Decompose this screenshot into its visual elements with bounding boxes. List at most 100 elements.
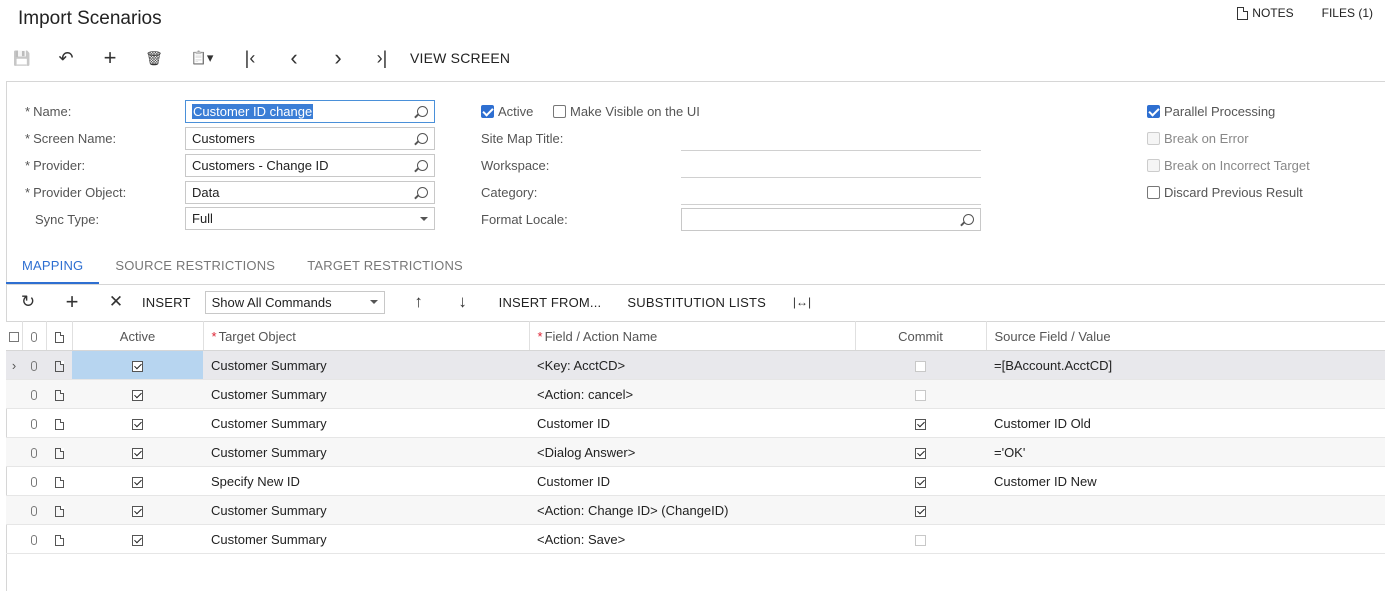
cell-field-action[interactable]: <Key: AcctCD>: [529, 350, 855, 380]
tab-source-restrictions[interactable]: SOURCE RESTRICTIONS: [99, 250, 291, 284]
commit-checkbox[interactable]: [915, 447, 926, 459]
table-row[interactable]: Customer Summary <Action: cancel>: [6, 379, 1385, 409]
commands-select[interactable]: Show All Commands: [204, 290, 385, 314]
cell-field-action[interactable]: Customer ID: [529, 408, 855, 438]
notes-button[interactable]: NOTES: [1237, 6, 1294, 20]
tab-mapping[interactable]: MAPPING: [6, 250, 100, 284]
name-field[interactable]: Customer ID change: [185, 100, 435, 123]
row-attachment[interactable]: [22, 524, 46, 554]
table-row[interactable]: Customer Summary <Action: Change ID> (Cha…: [6, 495, 1385, 525]
add-icon[interactable]: +: [88, 44, 132, 72]
commit-checkbox[interactable]: [915, 418, 926, 430]
next-record-icon[interactable]: ›: [316, 44, 360, 72]
row-note[interactable]: [46, 350, 72, 380]
row-selector[interactable]: [6, 379, 22, 409]
row-attachment[interactable]: [22, 495, 46, 525]
discard-previous-result-row[interactable]: Discard Previous Result: [1147, 185, 1303, 200]
table-row[interactable]: › Customer Summary <Key: AcctCD> =[BAccount…: [6, 350, 1385, 380]
cell-commit[interactable]: [855, 495, 986, 525]
row-note[interactable]: [46, 466, 72, 496]
row-note[interactable]: [46, 495, 72, 525]
row-attachment[interactable]: [22, 437, 46, 467]
row-selector[interactable]: [6, 524, 22, 554]
refresh-icon[interactable]: ↻: [6, 288, 50, 316]
sync-type-select[interactable]: Full: [185, 207, 435, 230]
screen-name-field[interactable]: Customers: [185, 127, 435, 150]
cell-target-object[interactable]: Customer Summary: [203, 408, 529, 438]
cell-active[interactable]: [72, 437, 203, 467]
tab-target-restrictions[interactable]: TARGET RESTRICTIONS: [291, 250, 479, 284]
commit-checkbox[interactable]: [915, 360, 926, 372]
search-icon[interactable]: [417, 106, 428, 117]
cell-target-object[interactable]: Customer Summary: [203, 524, 529, 554]
cell-active[interactable]: [72, 495, 203, 525]
commit-checkbox[interactable]: [915, 534, 926, 546]
discard-previous-result-checkbox[interactable]: [1147, 186, 1160, 199]
search-icon[interactable]: [417, 187, 428, 198]
last-record-icon[interactable]: ›|: [360, 44, 404, 72]
cell-target-object[interactable]: Customer Summary: [203, 437, 529, 467]
add-row-icon[interactable]: +: [50, 288, 94, 316]
col-target-object[interactable]: * Target Object: [203, 321, 530, 351]
cell-source-field[interactable]: Customer ID New: [986, 466, 1385, 496]
cell-commit[interactable]: [855, 437, 986, 467]
delete-icon[interactable]: 🗑: [132, 44, 176, 72]
search-icon[interactable]: [417, 133, 428, 144]
parallel-processing-row[interactable]: Parallel Processing: [1147, 104, 1275, 119]
previous-record-icon[interactable]: ‹: [272, 44, 316, 72]
move-up-icon[interactable]: ↑: [397, 288, 441, 316]
cell-target-object[interactable]: Customer Summary: [203, 495, 529, 525]
row-selector[interactable]: [6, 466, 22, 496]
cell-commit[interactable]: [855, 466, 986, 496]
provider-object-field[interactable]: Data: [185, 181, 435, 204]
row-selector[interactable]: [6, 408, 22, 438]
view-screen-button[interactable]: VIEW SCREEN: [410, 50, 510, 66]
commit-checkbox[interactable]: [915, 389, 926, 401]
cell-field-action[interactable]: <Action: Save>: [529, 524, 855, 554]
settings-icon[interactable]: [8, 332, 19, 343]
table-row[interactable]: Customer Summary Customer ID Customer ID O…: [6, 408, 1385, 438]
row-attachment[interactable]: [22, 466, 46, 496]
cell-active[interactable]: [72, 524, 203, 554]
cell-commit[interactable]: [855, 350, 986, 380]
files-button[interactable]: FILES (1): [1322, 6, 1373, 20]
row-attachment[interactable]: [22, 408, 46, 438]
substitution-lists-button[interactable]: SUBSTITUTION LISTS: [627, 295, 766, 310]
cell-source-field[interactable]: ='OK': [986, 437, 1385, 467]
remove-row-icon[interactable]: ✕: [94, 288, 138, 316]
undo-icon[interactable]: ↶: [44, 44, 88, 72]
cell-source-field[interactable]: [986, 524, 1385, 554]
cell-commit[interactable]: [855, 408, 986, 438]
row-selector[interactable]: [6, 437, 22, 467]
row-note[interactable]: [46, 408, 72, 438]
cell-target-object[interactable]: Specify New ID: [203, 466, 529, 496]
format-locale-field[interactable]: [681, 208, 981, 231]
row-attachment[interactable]: [22, 350, 46, 380]
row-selector[interactable]: [6, 495, 22, 525]
active-checkbox[interactable]: [132, 476, 143, 488]
make-visible-checkbox-row[interactable]: Make Visible on the UI: [553, 104, 700, 119]
move-down-icon[interactable]: ↓: [441, 288, 485, 316]
insert-button[interactable]: INSERT: [142, 295, 191, 310]
cell-field-action[interactable]: <Action: cancel>: [529, 379, 855, 409]
commit-checkbox[interactable]: [915, 505, 926, 517]
clipboard-icon[interactable]: 📋▾: [176, 44, 228, 72]
first-record-icon[interactable]: |‹: [228, 44, 272, 72]
active-checkbox[interactable]: [132, 534, 143, 546]
active-checkbox[interactable]: [132, 505, 143, 517]
parallel-processing-checkbox[interactable]: [1147, 105, 1160, 118]
row-note[interactable]: [46, 379, 72, 409]
active-checkbox-row[interactable]: Active: [481, 104, 533, 119]
cell-source-field[interactable]: Customer ID Old: [986, 408, 1385, 438]
table-row[interactable]: Customer Summary <Action: Save>: [6, 524, 1385, 554]
cell-source-field[interactable]: [986, 495, 1385, 525]
cell-commit[interactable]: [855, 524, 986, 554]
search-icon[interactable]: [417, 160, 428, 171]
cell-target-object[interactable]: Customer Summary: [203, 350, 529, 380]
fit-columns-icon[interactable]: |↔|: [780, 288, 824, 316]
cell-field-action[interactable]: <Action: Change ID> (ChangeID): [529, 495, 855, 525]
cell-target-object[interactable]: Customer Summary: [203, 379, 529, 409]
cell-field-action[interactable]: Customer ID: [529, 466, 855, 496]
col-source-field[interactable]: Source Field / Value: [986, 321, 1385, 351]
provider-field[interactable]: Customers - Change ID: [185, 154, 435, 177]
